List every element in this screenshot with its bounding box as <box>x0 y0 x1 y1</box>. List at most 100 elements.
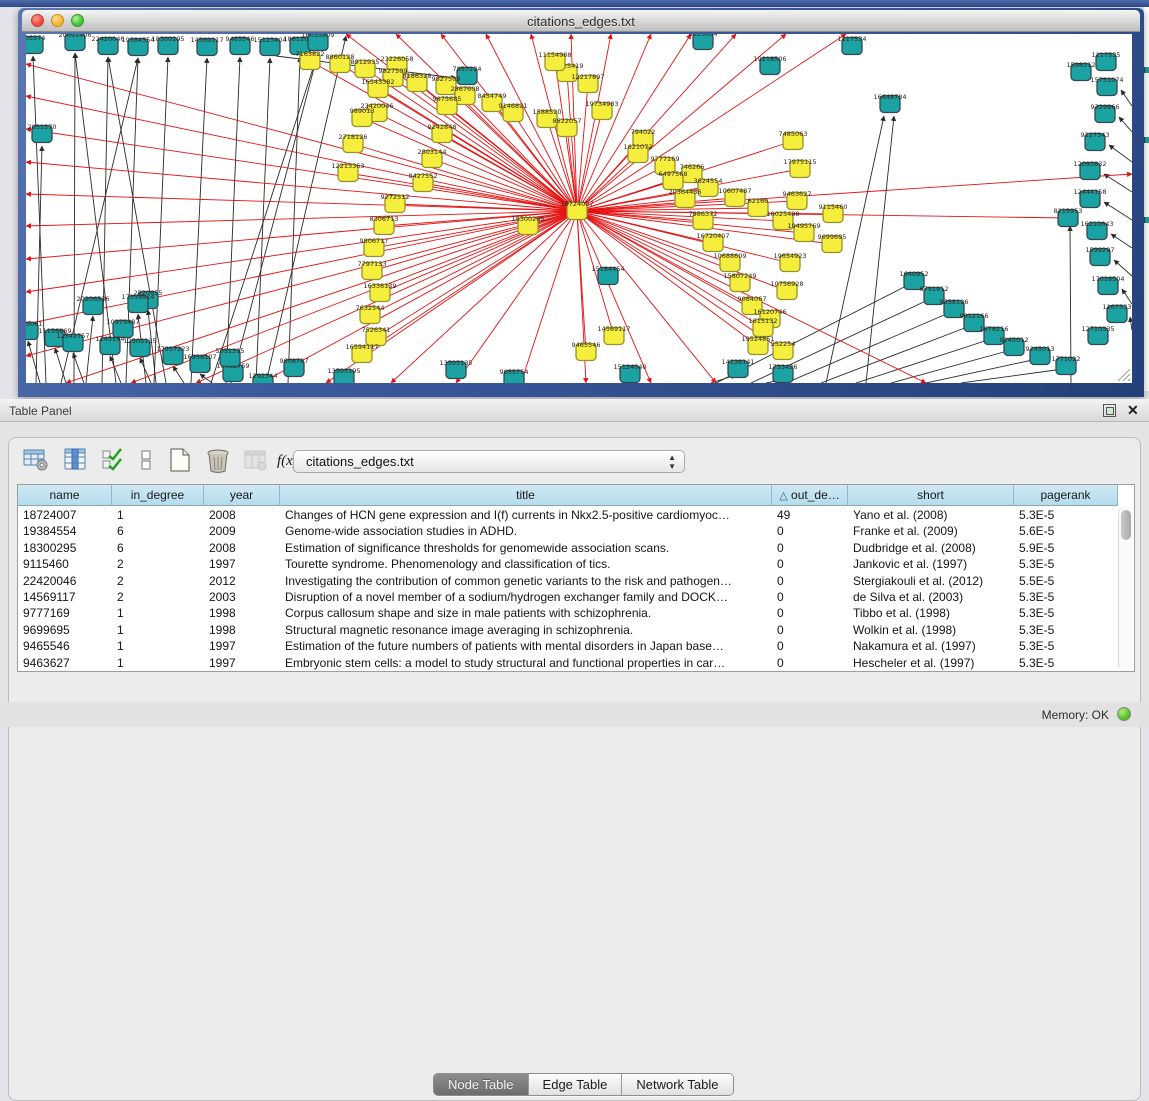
graph-node[interactable]: 1145194 <box>96 335 125 355</box>
graph-edge[interactable] <box>26 64 577 211</box>
graph-node[interactable]: 8186328 <box>403 72 432 92</box>
graph-node[interactable]: 9245012 <box>1000 336 1029 356</box>
graph-edge[interactable] <box>821 326 970 383</box>
graph-node[interactable]: 9227343 <box>1081 131 1110 151</box>
graph-edge[interactable] <box>577 211 586 352</box>
table-vertical-scrollbar[interactable] <box>1118 507 1133 671</box>
graph-node[interactable]: 1733426 <box>769 363 798 383</box>
graph-node[interactable]: 2051570 <box>28 123 57 143</box>
graph-node[interactable]: 1615132 <box>749 317 778 337</box>
graph-node[interactable]: 15184454 <box>591 265 624 285</box>
tab-edge-table[interactable]: Edge Table <box>528 1074 622 1095</box>
window-titlebar[interactable]: citations_edges.txt <box>22 10 1140 32</box>
graph-node[interactable]: 8427552 <box>409 172 438 192</box>
graph-node[interactable]: 14136141 <box>721 358 754 378</box>
graph-node[interactable]: 12444158 <box>1073 188 1106 208</box>
graph-node[interactable]: 905574 <box>26 34 45 54</box>
graph-node[interactable]: 1292344 <box>249 372 278 383</box>
tab-node-table[interactable]: Node Table <box>434 1074 528 1095</box>
column-header-short[interactable]: short <box>848 485 1014 506</box>
graph-node[interactable]: 20691406 <box>58 34 91 51</box>
graph-node[interactable]: 13505195 <box>327 367 360 383</box>
graph-node[interactable]: 9463627 <box>783 190 812 210</box>
graph-node[interactable]: 2803144 <box>418 148 447 168</box>
graph-node[interactable]: 9465546 <box>226 35 255 55</box>
table-row[interactable]: 977716911998Corpus callosum shape and si… <box>18 605 1118 621</box>
graph-node[interactable]: 18300295 <box>151 35 184 55</box>
graph-node[interactable]: 1167533 <box>1103 303 1132 323</box>
graph-node[interactable]: 16210643 <box>1080 220 1113 240</box>
graph-node[interactable]: 9146821 <box>499 102 528 122</box>
column-header-title[interactable]: title <box>280 485 772 506</box>
graph-node[interactable]: 19384554 <box>121 36 154 56</box>
graph-node[interactable]: 8912935 <box>351 58 380 78</box>
graph-node[interactable]: 20206536 <box>76 295 109 315</box>
graph-node[interactable]: 19524851 <box>741 335 774 355</box>
close-panel-icon[interactable]: ✕ <box>1127 402 1139 419</box>
graph-node[interactable]: 8215953 <box>1054 207 1083 227</box>
graph-edge[interactable] <box>577 174 1132 211</box>
graph-edge[interactable] <box>1114 260 1132 276</box>
graph-node[interactable]: 10756928 <box>770 280 803 300</box>
graph-node[interactable]: 9055754 <box>500 368 529 383</box>
graph-node[interactable]: 10688609 <box>713 252 746 272</box>
column-header-year[interactable]: year <box>204 485 280 506</box>
column-header-pagerank[interactable]: pagerank <box>1014 485 1118 506</box>
graph-edge[interactable] <box>577 34 651 211</box>
graph-node[interactable]: 17975115 <box>783 158 816 178</box>
graph-node[interactable]: 9465546 <box>572 341 601 361</box>
table-row[interactable]: 2242004622012Investigating the contribut… <box>18 573 1118 589</box>
graph-node[interactable]: 7485063 <box>779 130 808 150</box>
graph-edge[interactable] <box>786 312 951 383</box>
graph-edge[interactable] <box>1119 117 1132 132</box>
graph-edge[interactable] <box>26 129 577 211</box>
clear-selection-icon[interactable] <box>135 448 165 476</box>
graph-node[interactable]: 9245013 <box>1026 345 1055 365</box>
graph-node[interactable]: 19734983 <box>585 100 618 120</box>
memory-status-indicator[interactable] <box>1117 707 1131 721</box>
graph-edge[interactable] <box>191 58 207 383</box>
graph-node[interactable]: 9608787 <box>280 357 309 377</box>
select-all-icon[interactable] <box>101 448 131 476</box>
new-table-icon[interactable] <box>167 448 197 476</box>
graph-node[interactable]: 9242848 <box>428 123 457 143</box>
graph-node[interactable]: 12217897 <box>571 73 604 93</box>
graph-edge[interactable] <box>211 53 318 383</box>
graph-node[interactable]: 22420046 <box>91 35 124 55</box>
network-canvas[interactable]: 905574 20691406224200461938455418300295 14… <box>26 34 1132 383</box>
graph-node[interactable]: 7986372 <box>689 210 718 230</box>
graph-node[interactable]: 8522057 <box>553 117 582 137</box>
column-header-out_de[interactable]: △ out_de… <box>772 485 848 506</box>
graph-node[interactable]: 1117534 <box>838 35 867 55</box>
table-row[interactable]: 946362711997Embryonic stem cells: a mode… <box>18 655 1118 671</box>
graph-node[interactable]: 8813054 <box>689 34 718 50</box>
graph-edge[interactable] <box>1109 145 1132 162</box>
graph-node[interactable]: 9115460 <box>819 203 848 223</box>
graph-edge[interactable] <box>55 348 66 383</box>
graph-node[interactable]: 15751074 <box>1090 76 1123 96</box>
graph-node[interactable]: 6497568 <box>659 170 688 190</box>
graph-edge[interactable] <box>266 36 346 383</box>
graph-node[interactable]: 7797133 <box>358 260 387 280</box>
graph-node[interactable]: 17016504 <box>1091 275 1124 295</box>
graph-edge[interactable] <box>26 96 577 211</box>
graph-node[interactable]: 19654923 <box>773 252 806 272</box>
graph-node[interactable]: 16648784 <box>873 93 906 113</box>
graph-node[interactable]: 1117535 <box>1092 51 1121 71</box>
graph-node[interactable]: 14569117 <box>597 325 630 345</box>
graph-node[interactable]: 989013 <box>350 107 375 127</box>
table-row[interactable]: 969969511998Structural magnetic resonanc… <box>18 622 1118 638</box>
column-header-name[interactable]: name <box>18 485 112 506</box>
graph-node[interactable]: 16958107 <box>183 353 216 373</box>
graph-edge[interactable] <box>376 211 577 337</box>
graph-node[interactable]: 1599297 <box>1086 246 1115 266</box>
graph-node[interactable]: 9272512 <box>381 193 410 213</box>
graph-edge[interactable] <box>380 211 577 293</box>
graph-edge[interactable] <box>28 341 40 383</box>
graph-node[interactable]: 15123404 <box>253 36 286 56</box>
graph-node[interactable]: 9875685 <box>433 95 462 115</box>
column-header-in_degree[interactable]: in_degree <box>112 485 204 506</box>
table-settings-icon[interactable] <box>23 448 53 476</box>
graph-node[interactable]: 252254 <box>771 340 796 360</box>
graph-node[interactable]: 8306713 <box>370 215 399 235</box>
